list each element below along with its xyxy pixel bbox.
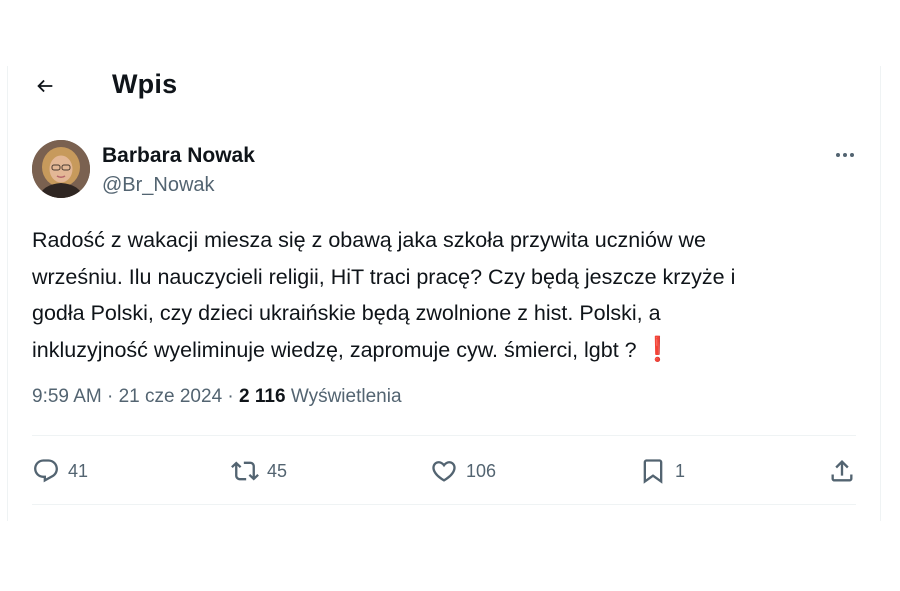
meta-separator: ·	[107, 386, 114, 407]
more-icon	[836, 153, 854, 157]
repost-icon	[231, 461, 259, 481]
exclamation-emoji: ❗	[642, 335, 673, 363]
repost-count: 45	[267, 460, 288, 481]
reply-button[interactable]: 41	[32, 457, 88, 485]
post-time[interactable]: 9:59 AM	[32, 386, 102, 407]
like-icon	[432, 461, 456, 482]
post-body: Radość z wakacji miesza się z obawą jaka…	[32, 228, 736, 362]
bookmark-button[interactable]: 1	[639, 457, 685, 485]
like-count: 106	[466, 460, 497, 481]
share-icon	[831, 460, 853, 482]
post-meta: 9:59 AM · 21 cze 2024 · 2 116 Wyświetlen…	[32, 386, 402, 408]
like-button[interactable]: 106	[430, 457, 496, 485]
post-text: Radość z wakacji miesza się z obawą jaka…	[32, 222, 862, 368]
divider	[32, 504, 856, 505]
back-arrow-icon	[37, 79, 53, 93]
back-button[interactable]	[30, 71, 60, 101]
share-button[interactable]	[828, 457, 856, 485]
author-handle[interactable]: @Br_Nowak	[102, 174, 215, 197]
views-label: Wyświetlenia	[290, 386, 402, 407]
more-options-button[interactable]	[830, 142, 860, 168]
repost-button[interactable]: 45	[231, 457, 287, 485]
page-title: Wpis	[112, 69, 178, 99]
page-header: Wpis	[8, 66, 880, 106]
avatar[interactable]	[32, 140, 90, 198]
reply-count: 41	[68, 460, 89, 481]
bookmark-count: 1	[675, 460, 686, 481]
views-count: 2 116	[239, 386, 286, 407]
post-date[interactable]: 21 cze 2024	[119, 386, 223, 407]
author-name[interactable]: Barbara Nowak	[102, 144, 255, 168]
post-panel: Wpis Barbara Nowak @Br_Nowak Radość z wa…	[7, 66, 881, 521]
action-bar: 41 45 106 1	[32, 449, 856, 493]
divider	[32, 435, 856, 436]
meta-separator: ·	[227, 386, 234, 407]
reply-icon	[34, 459, 58, 483]
bookmark-icon	[643, 459, 663, 484]
